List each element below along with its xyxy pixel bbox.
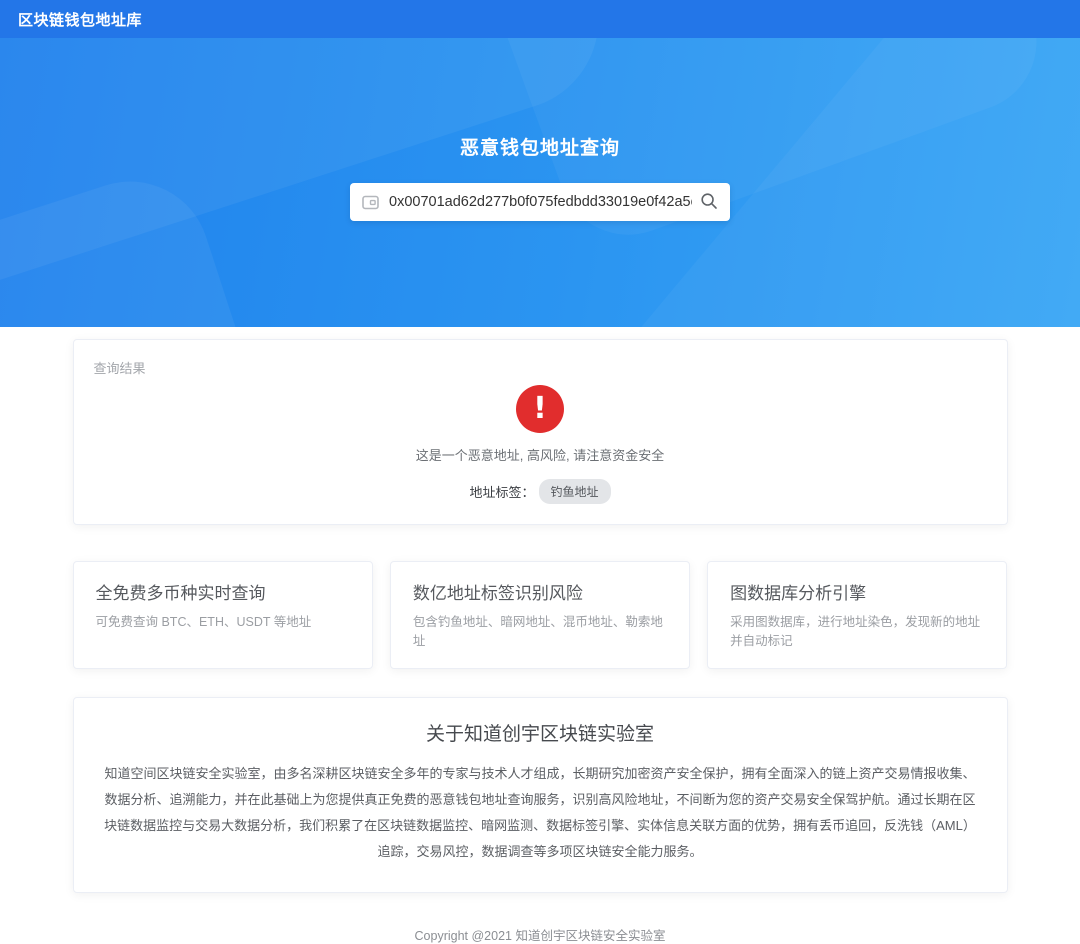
query-result-card: 查询结果 ! 这是一个恶意地址, 高风险, 请注意资金安全 地址标签： 钓鱼地址 [72,339,1008,525]
feature-cards-row: 全免费多币种实时查询 可免费查询 BTC、ETH、USDT 等地址 数亿地址标签… [72,561,1008,669]
feature-card-graphdb: 图数据库分析引擎 采用图数据库，进行地址染色，发现新的地址并自动标记 [707,561,1008,669]
result-panel-label: 查询结果 [93,361,146,376]
address-search-input[interactable] [389,194,692,210]
feature-title: 全免费多币种实时查询 [95,584,266,603]
app-title: 区块链钱包地址库 [18,11,143,29]
feature-desc: 采用图数据库，进行地址染色，发现新的地址并自动标记 [730,615,981,648]
error-exclamation-icon: ! [516,385,564,433]
feature-title: 数亿地址标签识别风险 [412,584,583,603]
risk-message: 这是一个恶意地址, 高风险, 请注意资金安全 [415,448,665,463]
feature-title: 图数据库分析引擎 [730,584,867,603]
address-tag-badge: 钓鱼地址 [538,479,611,504]
about-card: 关于知道创宇区块链实验室 知道空间区块链安全实验室，由多名深耕区块链安全多年的专… [72,697,1008,893]
top-navbar: 区块链钱包地址库 [0,0,1080,38]
hero-banner: 恶意钱包地址查询 [0,38,1080,327]
wallet-icon [362,195,379,210]
page-title: 恶意钱包地址查询 [459,138,620,159]
feature-desc: 包含钓鱼地址、暗网地址、混币地址、勒索地址 [412,615,663,648]
address-tag-label: 地址标签： [469,485,535,500]
feature-card-labels: 数亿地址标签识别风险 包含钓鱼地址、暗网地址、混币地址、勒索地址 [389,561,691,669]
main-content: 查询结果 ! 这是一个恶意地址, 高风险, 请注意资金安全 地址标签： 钓鱼地址… [72,339,1008,944]
search-button[interactable] [700,192,718,213]
feature-desc: 可免费查询 BTC、ETH、USDT 等地址 [95,615,312,629]
search-icon [700,192,718,213]
about-title: 关于知道创宇区块链实验室 [425,724,654,745]
address-search-bar [350,183,730,221]
feature-card-multicoin: 全免费多币种实时查询 可免费查询 BTC、ETH、USDT 等地址 [72,561,373,669]
copyright-footer: Copyright @2021 知道创宇区块链安全实验室 [414,929,666,943]
about-paragraph: 知道空间区块链安全实验室，由多名深耕区块链安全多年的专家与技术人才组成，长期研究… [104,766,976,859]
